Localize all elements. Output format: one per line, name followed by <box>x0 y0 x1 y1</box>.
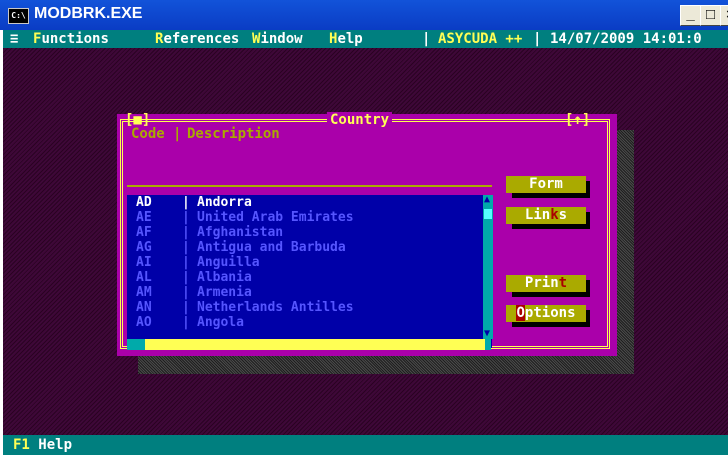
help-key-hint[interactable]: F1 Help <box>13 435 72 455</box>
menu-window[interactable]: Window <box>252 30 303 48</box>
app-name: ASYCUDA ++ <box>438 31 523 47</box>
row-code: AL <box>136 270 152 285</box>
status-bar: F1 Help <box>3 435 728 455</box>
print-button-hotkey: t <box>558 275 568 291</box>
country-list[interactable]: AD | Andorra AE | United Arab Emirates AF | Af… <box>127 195 492 348</box>
options-button[interactable]: Options <box>506 305 586 322</box>
row-description: Netherlands Antilles <box>197 300 354 315</box>
row-code: AF <box>136 225 152 240</box>
links-button-hotkey: k <box>550 207 559 223</box>
scroll-thumb[interactable] <box>484 209 492 219</box>
list-item[interactable]: AO | Angola <box>127 315 492 330</box>
menu-bar: ≡ Functions References Window Help | ASY… <box>3 30 728 48</box>
row-separator: | <box>182 315 190 330</box>
row-separator: | <box>182 210 190 225</box>
menu-divider: | <box>533 31 542 47</box>
column-header-code[interactable]: Code <box>131 126 165 142</box>
list-item[interactable]: AF | Afghanistan <box>127 225 492 240</box>
row-separator: | <box>182 195 190 210</box>
row-code: AM <box>136 285 152 300</box>
list-item[interactable]: AG | Antigua and Barbuda <box>127 240 492 255</box>
row-separator: | <box>182 255 190 270</box>
dialog-title: Country <box>327 112 393 128</box>
column-header-separator: | <box>173 126 182 142</box>
datetime-display: 14/07/2009 14:01:0 <box>550 31 702 47</box>
list-item[interactable]: AE | United Arab Emirates <box>127 210 492 225</box>
form-button-label: Form <box>529 176 563 192</box>
console-app-icon: C:\ <box>8 8 29 24</box>
list-item[interactable]: AD | Andorra <box>127 195 492 210</box>
horizontal-scrollbar[interactable] <box>127 339 491 350</box>
maximize-button[interactable]: □ <box>700 5 721 26</box>
print-button-label: Prin <box>524 275 559 291</box>
row-description: Angola <box>197 315 244 330</box>
form-button[interactable]: Form <box>506 176 586 193</box>
row-description: United Arab Emirates <box>197 210 354 225</box>
list-item[interactable]: AI | Anguilla <box>127 255 492 270</box>
row-code: AI <box>136 255 152 270</box>
row-separator: | <box>182 285 190 300</box>
list-item[interactable]: AM | Armenia <box>127 285 492 300</box>
menu-help-label: elp <box>337 31 363 47</box>
row-description: Armenia <box>197 285 252 300</box>
options-button-label: ptions <box>524 305 576 321</box>
help-label: Help <box>38 437 73 453</box>
menu-functions[interactable]: Functions <box>33 30 109 48</box>
list-item[interactable]: AL | Albania <box>127 270 492 285</box>
row-code: AG <box>136 240 152 255</box>
minimize-button[interactable]: _ <box>680 5 701 26</box>
country-dialog: [■] Country [↑] Code | Description AD | An… <box>117 112 617 356</box>
vertical-scrollbar[interactable]: ▲ ▼ <box>483 195 493 339</box>
menu-divider: | <box>422 31 431 47</box>
system-menu-icon[interactable]: ≡ <box>10 30 18 48</box>
row-description: Antigua and Barbuda <box>197 240 346 255</box>
scroll-left-icon[interactable] <box>127 339 145 350</box>
row-code: AE <box>136 210 152 225</box>
links-button-label: Lin <box>524 207 551 223</box>
list-item[interactable]: AN | Netherlands Antilles <box>127 300 492 315</box>
row-code: AN <box>136 300 152 315</box>
scroll-up-icon[interactable]: ▲ <box>484 195 490 205</box>
window-title: MODBRK.EXE <box>34 5 143 22</box>
options-button-hotkey: O <box>516 305 525 321</box>
row-description: Albania <box>197 270 252 285</box>
close-button[interactable]: × <box>720 5 728 26</box>
window-titlebar: C:\ MODBRK.EXE _ □ × <box>0 0 728 30</box>
menu-references-label: eferences <box>163 31 240 47</box>
row-description: Andorra <box>197 195 252 210</box>
row-separator: | <box>182 240 190 255</box>
row-separator: | <box>182 225 190 240</box>
help-key: F1 <box>13 437 30 453</box>
row-description: Anguilla <box>197 255 260 270</box>
header-divider <box>127 185 492 187</box>
row-code: AD <box>136 195 152 210</box>
print-button[interactable]: Print <box>506 275 586 292</box>
column-header-description[interactable]: Description <box>187 126 280 142</box>
links-button-label-rest: s <box>558 207 568 223</box>
row-code: AO <box>136 315 152 330</box>
row-separator: | <box>182 270 190 285</box>
menu-references[interactable]: References <box>155 30 239 48</box>
scroll-right-icon[interactable] <box>485 339 491 350</box>
row-separator: | <box>182 300 190 315</box>
menu-help[interactable]: Help <box>329 30 363 48</box>
row-description: Afghanistan <box>197 225 284 240</box>
links-button[interactable]: Links <box>506 207 586 224</box>
scroll-down-icon[interactable]: ▼ <box>484 329 490 339</box>
menu-window-label: indow <box>260 31 303 47</box>
menu-functions-label: unctions <box>41 31 109 47</box>
dialog-zoom-icon[interactable]: [↑] <box>565 112 590 128</box>
